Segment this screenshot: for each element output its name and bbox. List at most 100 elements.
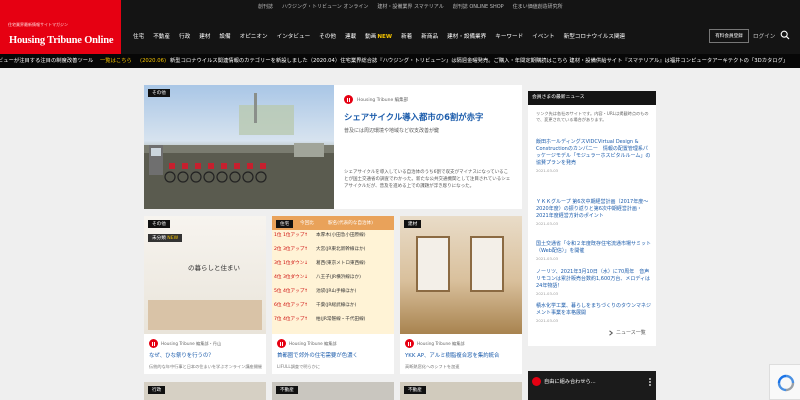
category-tag[interactable]: 行政 [148,386,166,394]
video-embed[interactable]: 自由に組み合わせら... [528,371,656,400]
bike-share-photo [144,93,334,209]
list-item[interactable]: 積水化学工業、暮らしをまちづくりのタウンマネジメント事業を本格展開 2021-0… [536,303,652,323]
nav-item-video[interactable]: 動画NEW [365,32,392,40]
search-icon[interactable] [780,30,790,40]
main-nav: 住宅 不動産 行政 建材 設備 オピニオン インタビュー その他 連載 動画NE… [133,32,625,40]
nav-item-interview[interactable]: インタビュー [277,32,311,40]
window-shape [416,236,450,292]
news-title[interactable]: 飯田ホールディングスVIDCVirtual Design & Construct… [536,139,652,167]
ticker-text-2: 新型コロナウイルス関連情報のカテゴリーを新設しました（2020.04）住宅業界総… [170,58,789,64]
table-row: 5位 4位アップ↑ 池袋(JR山手線ほか) [274,286,356,296]
category-tag[interactable]: 建材 [404,220,422,228]
nav-item-opinion[interactable]: オピニオン [240,32,268,40]
window-shape [470,236,504,292]
featured-meta: Housing Tribune 編集部 [344,95,408,104]
logo-tagline: 住宅業界最新情報サイトマガジン [8,22,68,27]
article-card[interactable]: 今回比 駅名(代表的な自治体) 1位 1位アップ↑ 本厚木(小田急小田原線) 2位 3… [272,216,394,374]
card-title[interactable]: YKK AP、アルミ樹脂複合窓を集約統合 [405,351,499,359]
housing-tribune-logo-icon [344,95,353,104]
image-caption: の暮らしと住まい [188,265,240,272]
news-title[interactable]: 国土交通省「令和２年度既存住宅流通市場サミット（Web配信）」を開催 [536,241,652,255]
category-tag[interactable]: 住宅 [276,220,294,228]
article-card-partial[interactable]: 不動産 [400,382,522,400]
list-item[interactable]: 国土交通省「令和２年度既存住宅流通市場サミット（Web配信）」を開催 2021-… [536,241,652,261]
login-link[interactable]: ログイン [753,32,775,40]
recaptcha-badge[interactable] [769,364,800,400]
table-row: 4位 3位ダウン↓ 八王子(JR横浜線ほか) [274,272,361,282]
nav-item-other[interactable]: その他 [319,32,336,40]
station-name: 八王子(JR横浜線ほか) [316,275,361,280]
rank-change: 3位アップ↑ [283,247,309,252]
site-header: 住宅業界最新情報サイトマガジン Housing Tribune Online 創… [0,0,800,54]
nav-item-covid[interactable]: 新型コロナウイルス関連 [564,32,626,40]
rank: 7位 [274,317,282,322]
rank-change: 1位ダウン↓ [283,261,309,266]
category-tag[interactable]: その他 [148,220,170,228]
news-title[interactable]: ノーリツ、2021年3月10日（水）に70周年 音声リモコンは累計販売台数約1,… [536,269,652,290]
top-link[interactable]: ハウジング・トリビューン オンライン [282,3,368,10]
card-image[interactable]: の暮らしと住まい その他 未分類 NEW [144,216,266,334]
site-logo[interactable]: 住宅業界最新情報サイトマガジン Housing Tribune Online [0,0,121,54]
nav-item-housing[interactable]: 住宅 [133,32,144,40]
nav-item-materials[interactable]: 建材 [199,32,210,40]
housing-tribune-logo-icon [149,339,158,348]
news-date: 2021-03-03 [536,256,559,261]
ranking-table[interactable]: 今回比 駅名(代表的な自治体) 1位 1位アップ↑ 本厚木(小田急小田原線) 2位 3… [272,216,394,334]
secondary-tag-label: 未分類 [152,236,166,241]
nav-item-equipment[interactable]: 設備 [219,32,230,40]
nav-item-keyword[interactable]: キーワード [495,32,523,40]
featured-title[interactable]: シェアサイクル導入都市の6割が赤字 [344,111,483,123]
category-tag-secondary[interactable]: 未分類 NEW [148,234,183,242]
nav-item-latest[interactable]: 新着 [401,32,412,40]
top-link[interactable]: 創刊誌 [258,3,273,10]
table-row: 6位 4位アップ↑ 千葉(JR総武線ほか) [274,300,356,310]
featured-article[interactable]: その他 Housing Tribune 編集部 シェアサイクル導入都市の6割が赤… [144,85,522,209]
category-tag[interactable]: 不動産 [276,386,298,394]
featured-image[interactable]: その他 [144,85,334,209]
news-list-link[interactable]: ニュース一覧 [608,329,646,336]
nav-item-gov[interactable]: 行政 [179,32,190,40]
station-name: 千葉(JR総武線ほか) [316,303,357,308]
featured-subtitle: 普及には周辺環境や地域など収支改善が鍵 [344,128,440,134]
card-subtitle: LIFULL調査で明らかに [277,364,321,369]
logo-text: Housing Tribune Online [9,35,114,46]
video-title[interactable]: 自由に組み合わせら... [544,378,596,385]
card-title[interactable]: なぜ、ひな祭りを行うの？ [149,351,214,359]
top-link[interactable]: 創刊誌 ONLINE SHOP [453,3,504,10]
article-card[interactable]: 建材 Housing Tribune 編集部 YKK AP、アルミ樹脂複合窓を集… [400,216,522,374]
rank: 6位 [274,303,282,308]
author: Housing Tribune 編集部 [417,340,465,346]
rank-change: 4位アップ↑ [283,289,309,294]
nav-item-realestate[interactable]: 不動産 [153,32,170,40]
top-link[interactable]: 建材・設備業界 スマテリアル [377,3,443,10]
category-tag[interactable]: その他 [148,89,170,97]
list-item[interactable]: 飯田ホールディングスVIDCVirtual Design & Construct… [536,139,652,173]
list-item[interactable]: ノーリツ、2021年3月10日（水）に70周年 音声リモコンは累計販売台数約1,… [536,269,652,296]
card-image[interactable]: 建材 [400,216,522,334]
member-news-sidebar: 会員さまの最新ニュース リンク先は各社のサイトです。内容・URLは掲載時点のもの… [528,91,656,346]
nav-item-event[interactable]: イベント [532,32,554,40]
nav-item-products[interactable]: 新商品 [421,32,438,40]
nav-item-series[interactable]: 連載 [345,32,356,40]
housing-tribune-logo-icon [405,339,414,348]
more-vert-icon[interactable] [648,377,652,387]
top-link[interactable]: 住まい価値創造研究所 [513,3,563,10]
ticker-highlight[interactable]: 一覧はこちら [100,54,132,68]
card-subtitle: 伝統的な年中行事と日本の住まいを学ぶオンライン講座開催 [149,364,263,369]
article-card[interactable]: の暮らしと住まい その他 未分類 NEW Housing Tribune 編集部… [144,216,266,374]
news-date: 2021-03-03 [536,291,559,296]
news-title[interactable]: ＹＫＫグループ 第6次中期経営計画（2017年度〜2020年度）の振り返りと第6… [536,199,652,220]
card-title[interactable]: 首都圏で郊外の住宅需要が色濃く [277,351,358,359]
nav-item-industry[interactable]: 建材・設備業界 [447,32,486,40]
member-register-button[interactable]: 有料会員登録 [709,29,749,43]
news-ticker[interactable]: ビューが注目する注目の制度改善ツール 一覧はこちら (2020.06) 新型コロ… [0,54,800,68]
rank-change: 1位アップ↑ [283,233,309,238]
station-name: 葛西(東京メトロ東西線) [316,261,366,266]
table-row: 2位 3位アップ↑ 大宮(JR東北新幹線ほか) [274,244,365,254]
article-card-partial[interactable]: 行政 [144,382,266,400]
news-title[interactable]: 積水化学工業、暮らしをまちづくりのタウンマネジメント事業を本格展開 [536,303,652,317]
station-name: 大宮(JR東北新幹線ほか) [316,247,366,252]
list-item[interactable]: ＹＫＫグループ 第6次中期経営計画（2017年度〜2020年度）の振り返りと第6… [536,199,652,226]
article-card-partial[interactable]: 不動産 [272,382,394,400]
category-tag[interactable]: 不動産 [404,386,426,394]
